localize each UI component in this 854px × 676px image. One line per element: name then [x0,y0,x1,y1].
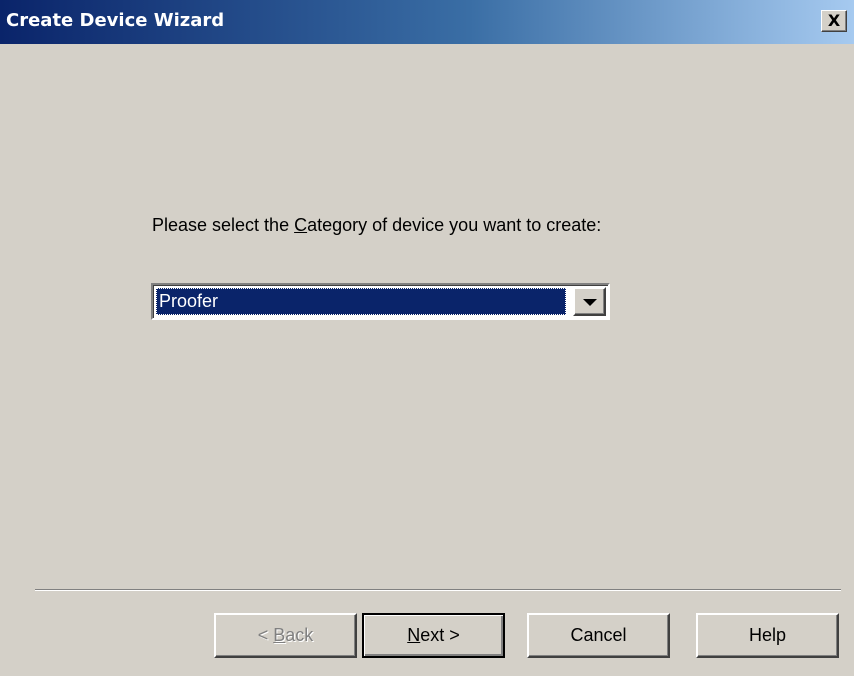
category-prompt-label: Please select the Category of device you… [152,215,601,236]
close-icon: X [827,11,841,30]
chevron-down-icon [583,299,597,306]
prompt-text-before: Please select the [152,215,295,235]
footer-separator [35,589,841,591]
back-button-label: ack [285,625,314,645]
next-button-accelerator: N [407,625,421,645]
window-title: Create Device Wizard [6,10,225,31]
category-dropdown-button[interactable] [573,287,606,316]
help-button[interactable]: Help [696,613,839,658]
close-button[interactable]: X [821,10,847,32]
category-select[interactable]: Proofer [151,283,610,320]
title-bar[interactable]: Create Device Wizard X [0,0,854,44]
next-button-label: ext > [420,625,460,645]
prompt-accelerator-key: C [294,215,308,235]
next-button[interactable]: Next > [362,613,505,658]
back-button-prefix: < [257,625,274,645]
category-select-value[interactable]: Proofer [156,288,566,315]
help-button-label: Help [748,625,787,645]
cancel-button-label: Cancel [570,625,627,645]
back-button[interactable]: < Back [214,613,357,658]
back-button-accelerator: B [273,625,286,645]
prompt-text-after: ategory of device you want to create: [307,215,602,235]
cancel-button[interactable]: Cancel [527,613,670,658]
create-device-wizard-dialog: Create Device Wizard X Please select the… [0,0,854,676]
